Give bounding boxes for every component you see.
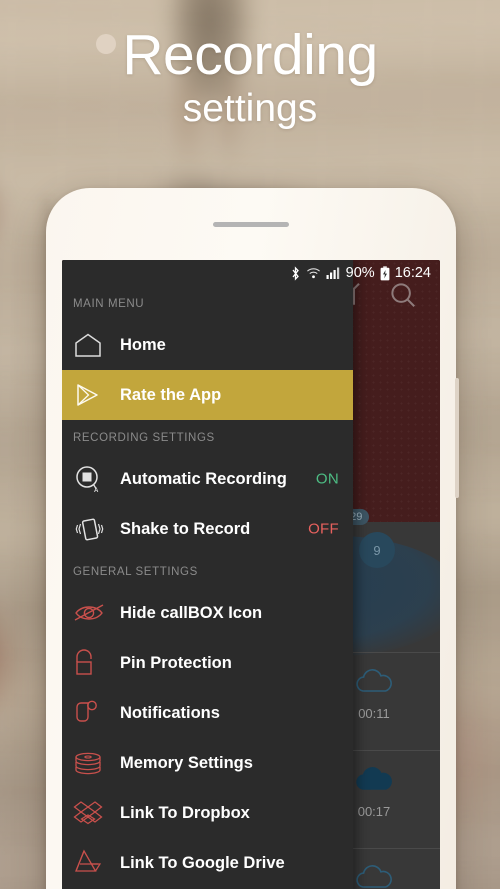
shake-phone-icon bbox=[73, 515, 111, 543]
navigation-drawer: MAIN MENU Home Rate the App RECORDING SE… bbox=[62, 260, 353, 889]
disk-stack-icon bbox=[73, 750, 111, 776]
drawer-item-label: Shake to Record bbox=[120, 519, 251, 538]
promo-screenshot: Recording settings 9 00:11 00:17 90% 16:… bbox=[0, 0, 500, 889]
phone-speaker-grille bbox=[213, 222, 289, 227]
drawer-item-rate-the-app[interactable]: Rate the App bbox=[62, 370, 353, 420]
drawer-item-label: Automatic Recording bbox=[120, 469, 287, 488]
google-play-icon bbox=[73, 382, 111, 408]
drawer-item-automatic-recording[interactable]: A Automatic Recording ON bbox=[62, 454, 353, 504]
dropbox-icon bbox=[73, 799, 111, 827]
status-label: OFF bbox=[308, 520, 339, 538]
promo-title-line1: Recording bbox=[122, 23, 378, 87]
status-badge-shake-to-record: OFF bbox=[308, 521, 339, 538]
wifi-icon bbox=[306, 268, 320, 279]
google-drive-icon bbox=[73, 849, 111, 877]
drawer-item-pin-protection[interactable]: Pin Protection bbox=[62, 638, 353, 688]
clock-label: 16:24 bbox=[394, 265, 431, 281]
drawer-item-label: Link To Dropbox bbox=[120, 803, 250, 822]
drawer-item-label: Memory Settings bbox=[120, 753, 253, 772]
drawer-item-label: Notifications bbox=[120, 703, 220, 722]
drawer-item-hide-callbox-icon[interactable]: Hide callBOX Icon bbox=[62, 588, 353, 638]
phone-screen: 3 3/29 9 LTER 00:11 bbox=[62, 260, 440, 889]
promo-headline: Recording settings bbox=[0, 26, 500, 133]
eye-slash-icon bbox=[73, 600, 111, 626]
section-header-general-settings: GENERAL SETTINGS bbox=[73, 566, 198, 578]
home-icon bbox=[73, 332, 111, 358]
cellular-signal-icon bbox=[326, 267, 339, 279]
drawer-item-shake-to-record[interactable]: Shake to Record OFF bbox=[62, 504, 353, 554]
drawer-item-label: Hide callBOX Icon bbox=[120, 603, 263, 622]
status-bar: 90% 16:24 bbox=[62, 260, 440, 286]
drawer-item-label: Link To Google Drive bbox=[120, 853, 285, 872]
drawer-item-label: Home bbox=[120, 335, 166, 354]
svg-text:A: A bbox=[94, 488, 99, 493]
drawer-item-memory-settings[interactable]: Memory Settings bbox=[62, 738, 353, 788]
drawer-item-label: Pin Protection bbox=[120, 653, 232, 672]
status-label: ON bbox=[315, 470, 339, 488]
drawer-item-link-to-google-drive[interactable]: Link To Google Drive bbox=[62, 838, 353, 888]
drawer-item-home[interactable]: Home bbox=[62, 320, 353, 370]
section-header-recording-settings: RECORDING SETTINGS bbox=[73, 432, 215, 444]
drawer-item-label: Rate the App bbox=[120, 385, 222, 404]
section-header-main-menu: MAIN MENU bbox=[73, 298, 145, 310]
bluetooth-icon bbox=[292, 265, 299, 281]
drawer-item-notifications[interactable]: Notifications bbox=[62, 688, 353, 738]
phone-volume-button bbox=[455, 378, 459, 498]
padlock-open-icon bbox=[73, 649, 111, 677]
app-count-badge: 9 bbox=[359, 532, 395, 568]
promo-title-line2: settings bbox=[182, 86, 318, 130]
drawer-item-link-to-dropbox[interactable]: Link To Dropbox bbox=[62, 788, 353, 838]
auto-record-icon: A bbox=[73, 465, 111, 493]
phone-mockup: 3 3/29 9 LTER 00:11 bbox=[46, 188, 459, 889]
battery-percent-label: 90% bbox=[345, 265, 375, 281]
notification-badge-icon bbox=[73, 699, 111, 727]
battery-charging-icon bbox=[380, 265, 390, 280]
status-badge-automatic-recording: ON bbox=[316, 471, 339, 488]
